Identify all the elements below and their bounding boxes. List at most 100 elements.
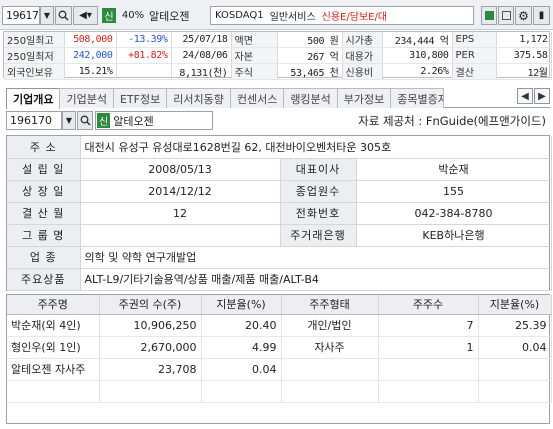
search-row: 196170 ▼ 신 알테오젠 자료 제공처 : FnGuide(에프앤가이드) <box>6 110 550 132</box>
company-search-button[interactable] <box>77 111 93 130</box>
settings-icon: ⚙ <box>518 8 529 23</box>
table-row[interactable]: 형인우(외 1인) 2,670,000 4.99 자사주 1 0.04 <box>7 336 552 359</box>
holder-name: 알테오젠 자사주 <box>7 358 100 381</box>
close-icon: ▮ <box>538 10 545 21</box>
label-eps[interactable]: EPS <box>452 32 497 48</box>
table-row[interactable] <box>7 380 552 403</box>
value-fiscal: 12월 <box>496 63 552 80</box>
fiscal-value: 12 <box>80 202 281 225</box>
service-label: 일반서비스 <box>269 12 316 23</box>
ratio-badge: 40% <box>120 6 146 25</box>
tab-extra-info[interactable]: 부가정보 <box>336 88 392 108</box>
layout-button[interactable] <box>498 6 514 25</box>
tab-consensus[interactable]: 컨센서스 <box>229 88 285 108</box>
value-250-high: 508,000 <box>64 32 117 48</box>
speaker-button[interactable]: ◀▾ <box>73 6 98 25</box>
tab-company-analysis[interactable]: 기업분석 <box>59 88 114 108</box>
credit-mark-badge: 신 <box>100 6 118 25</box>
dropdown-arrow-icon: ▼ <box>43 11 51 20</box>
change-250-low: +81.82% <box>116 47 172 64</box>
grid-button[interactable] <box>481 6 497 25</box>
speaker-icon: ◀▾ <box>79 10 92 21</box>
type-ratio: 0.04 <box>478 336 552 359</box>
value-credit-ratio: 2.26% <box>382 63 453 80</box>
bank-value: KEB하나은행 <box>356 224 552 247</box>
value-foreign-shares: 8,131(천) <box>171 63 232 80</box>
holder-shares: 10,906,250 <box>99 314 202 337</box>
shareholders-table: 주주명 주권의 수(주) 지분율(%) 주주형태 주주수 지분율(%) 박순재(… <box>6 294 552 424</box>
holder-type <box>281 358 379 381</box>
holder-shares: 2,670,000 <box>99 336 202 359</box>
tab-ranking[interactable]: 랭킹분석 <box>283 88 338 108</box>
row-listed: 상 장 일 2014/12/12 종업원수 155 <box>7 180 552 203</box>
holder-type: 자사주 <box>281 336 379 359</box>
row-founded: 설 립 일 2008/05/13 대표이사 박순재 <box>7 158 552 181</box>
holder-ratio <box>201 380 282 403</box>
holder-type: 개인/법인 <box>281 314 379 337</box>
search-button[interactable] <box>55 6 72 25</box>
dropdown-arrow-icon: ▼ <box>65 116 73 125</box>
search-icon <box>80 115 91 126</box>
holder-shares <box>99 380 202 403</box>
code-dropdown-button[interactable]: ▼ <box>40 6 54 25</box>
grid-icon <box>484 11 494 20</box>
tab-etf-info[interactable]: ETF정보 <box>112 88 168 108</box>
credit-label: 신용E/담보E/대 <box>321 12 388 23</box>
company-code-dropdown[interactable]: ▼ <box>62 111 76 130</box>
credit-mark: 신 <box>97 113 111 128</box>
shareholders-header: 주주명 주권의 수(주) 지분율(%) 주주형태 주주수 지분율(%) <box>7 295 552 315</box>
holder-name: 박순재(외 4인) <box>7 314 100 337</box>
header-holder-count[interactable]: 주주수 <box>378 295 479 315</box>
label-per[interactable]: PER <box>452 47 497 64</box>
header-shares[interactable]: 주권의 수(주) <box>99 295 202 315</box>
stock-code-text: 196170 <box>6 9 39 22</box>
label-face-value: 액면 <box>231 32 278 48</box>
row-group: 그 룹 명 주거래은행 KEB하나은행 <box>7 224 552 247</box>
header-type-ratio[interactable]: 지분율(%) <box>478 295 552 315</box>
label-credit-ratio: 신용비 <box>342 63 383 80</box>
info-row-high: 250일최고 508,000 -13.39% 25/07/18 액면 500 원… <box>4 32 552 48</box>
header-holder-type[interactable]: 주주형태 <box>281 295 379 315</box>
stock-code-input[interactable]: 196170 <box>2 6 40 25</box>
type-ratio <box>478 358 552 381</box>
tab-research[interactable]: 리서치동향 <box>166 88 231 108</box>
company-name-text: 알테오젠 <box>113 114 154 128</box>
label-market-cap: 시가총 <box>342 32 383 48</box>
foreign-empty <box>116 63 172 80</box>
header-holder-name[interactable]: 주주명 <box>7 295 100 315</box>
value-eps: 1,172 <box>496 32 552 48</box>
bank-label: 주거래은행 <box>280 224 357 247</box>
value-market-cap: 234,444 억 <box>382 32 453 48</box>
settings-button[interactable]: ⚙ <box>515 6 532 25</box>
tab-capital-increase[interactable]: 종목별증자 <box>390 88 445 108</box>
label-capital: 자본 <box>231 47 278 64</box>
close-button[interactable]: ▮ <box>533 6 550 25</box>
tab-company-overview[interactable]: 기업개요 <box>6 88 61 109</box>
listed-value: 2014/12/12 <box>80 180 281 203</box>
industry-value: 의학 및 약학 연구개발업 <box>80 246 552 269</box>
products-label: 주요상품 <box>7 268 81 291</box>
industry-label: 업 종 <box>7 246 81 269</box>
market-label: KOSDAQ1 <box>215 10 264 21</box>
chevron-left-icon[interactable]: ◀ <box>517 88 533 104</box>
layout-icon <box>501 11 511 20</box>
employees-label: 종업원수 <box>280 180 357 203</box>
company-code-input[interactable]: 196170 <box>6 111 62 130</box>
type-ratio <box>478 380 552 403</box>
holder-count <box>378 380 479 403</box>
label-250-low: 250일최저 <box>4 47 65 64</box>
info-row-low: 250일최저 242,000 +81.82% 24/08/06 자본 267 억… <box>4 47 552 64</box>
change-250-high: -13.39% <box>116 32 172 48</box>
company-name-box: 신 알테오젠 <box>95 111 213 130</box>
row-address: 주 소 대전시 유성구 유성대로1628번길 62, 대전바이오벤처타운 305… <box>7 136 552 159</box>
holder-name: 형인우(외 1인) <box>7 336 100 359</box>
chevron-right-icon[interactable]: ▶ <box>534 88 550 104</box>
row-fiscal: 결 산 월 12 전화번호 042-384-8780 <box>7 202 552 225</box>
top-toolbar: 196170 ▼ ◀▾ 신 40% 알테오젠 KOSDAQ1 일반서비스 신용E… <box>0 0 553 30</box>
group-label: 그 룹 명 <box>7 224 81 247</box>
fiscal-label: 결 산 월 <box>7 202 81 225</box>
table-row[interactable]: 박순재(외 4인) 10,906,250 20.40 개인/법인 7 25.39 <box>7 314 552 337</box>
header-ratio[interactable]: 지분율(%) <box>201 295 282 315</box>
market-info-field: KOSDAQ1 일반서비스 신용E/담보E/대 <box>210 6 474 25</box>
table-row[interactable]: 알테오젠 자사주 23,708 0.04 <box>7 358 552 381</box>
